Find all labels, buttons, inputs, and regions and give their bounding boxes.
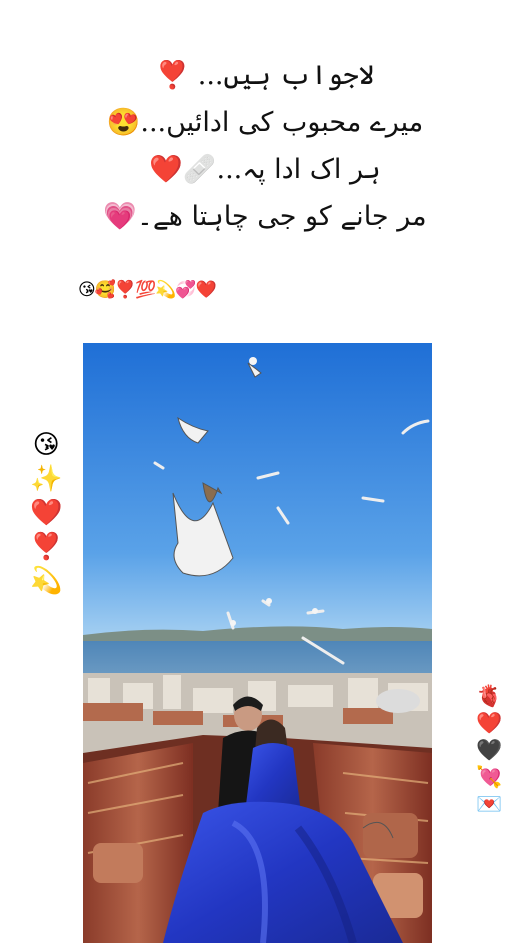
red-heart-emoji-icon: ❤️ — [476, 711, 503, 735]
kiss-emoji-icon: 😘 — [32, 430, 60, 460]
red-heart-emoji-icon: ❤️ — [30, 498, 63, 528]
poem-line-2: میرے محبوب کی ادائیں...😍 — [106, 107, 424, 138]
left-emoji-column: 😘 ✨ ❤️ ❣️ 💫 — [30, 428, 62, 598]
heart-arrow-emoji-icon: 💘 — [476, 765, 503, 789]
love-letter-emoji-icon: 💌 — [476, 792, 503, 816]
heart-exclamation-emoji-icon: ❣️ — [30, 532, 63, 562]
poem-line-1: لاجواب ہیں... ❣️ — [155, 60, 375, 91]
anatomical-heart-emoji-icon: 🫀 — [476, 684, 503, 708]
black-heart-emoji-icon: 🖤 — [476, 738, 503, 762]
poem-line-4: مر جانے کو جی چاہتا ھے۔💗 — [103, 201, 427, 232]
sparkles-emoji-icon: ✨ — [30, 464, 63, 494]
dizzy-emoji-icon: 💫 — [30, 566, 63, 596]
poem-text: لاجواب ہیں... ❣️ میرے محبوب کی ادائیں...… — [0, 52, 530, 240]
couple-rooftop-photo — [83, 343, 432, 943]
poem-line-3: ہر اک ادا پہ...🩹❤️ — [149, 154, 381, 185]
right-emoji-column: 🫀 ❤️ 🖤 💘 💌 — [476, 683, 502, 818]
emoji-row: 😘🥰❣️💯💫💞❤️ — [78, 280, 217, 300]
